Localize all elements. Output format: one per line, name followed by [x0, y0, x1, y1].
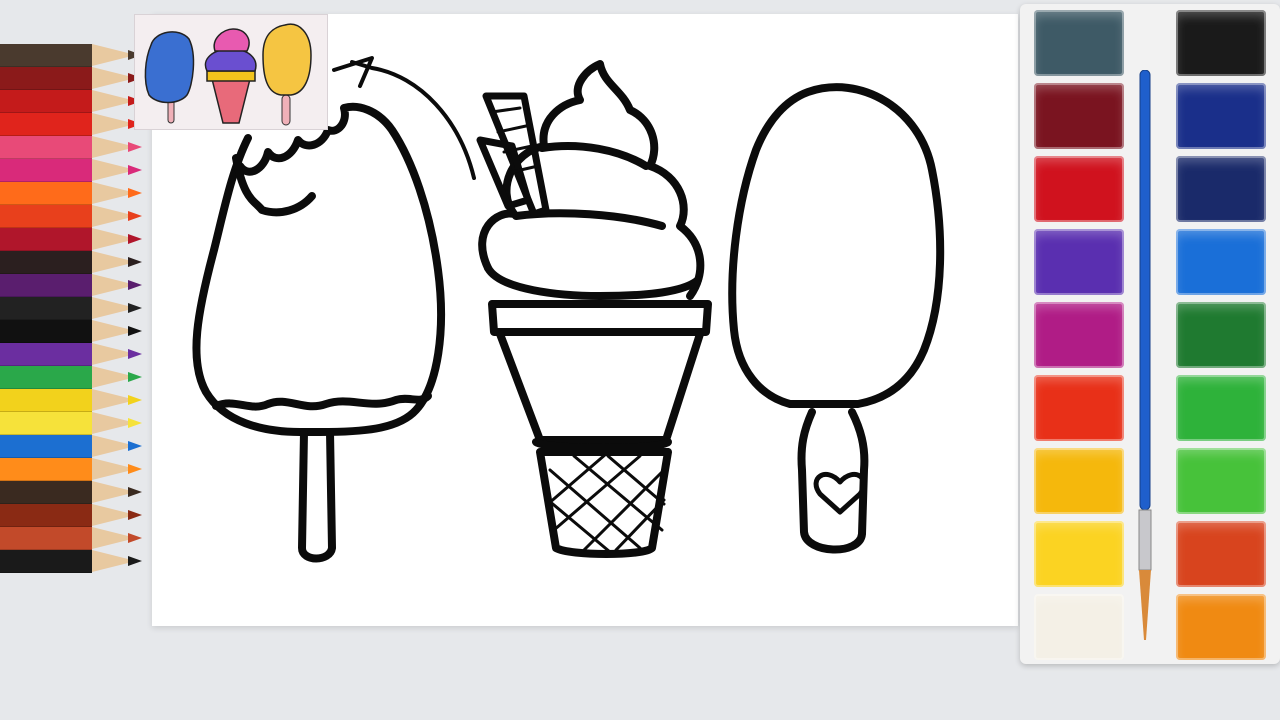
thumb-cone-rim — [206, 70, 256, 82]
coloring-scene — [0, 0, 1280, 720]
heart-popsicle-drawing — [728, 83, 945, 554]
thumb-heart-stick — [281, 94, 291, 126]
paint-pan — [1176, 156, 1266, 222]
ice-cream-cone-drawing — [476, 60, 712, 558]
paint-pan — [1034, 156, 1124, 222]
thumb-scoop-mid — [204, 48, 257, 72]
thumb-blue-popsicle — [144, 31, 195, 104]
paint-pan — [1034, 229, 1124, 295]
paint-pan — [1176, 448, 1266, 514]
paint-pan — [1034, 83, 1124, 149]
paint-pan — [1034, 448, 1124, 514]
paint-pan — [1176, 229, 1266, 295]
colored-reference-image — [144, 23, 312, 126]
paint-pan — [1176, 10, 1266, 76]
paintbrush — [1138, 70, 1152, 640]
thumb-cone — [210, 74, 252, 124]
paint-pan — [1034, 375, 1124, 441]
paint-pan — [1034, 10, 1124, 76]
thumb-yellow-popsicle — [262, 23, 312, 96]
paint-pan — [1034, 521, 1124, 587]
paint-pan — [1176, 375, 1266, 441]
thumb-scoop-top — [213, 28, 250, 52]
paint-pan — [1176, 521, 1266, 587]
arrow-to-reference — [350, 60, 476, 180]
paint-pan — [1176, 594, 1266, 660]
paint-pan — [1034, 302, 1124, 368]
paint-pan — [1176, 83, 1266, 149]
colored-reference-thumbnail — [134, 14, 328, 130]
paint-pan — [1176, 302, 1266, 368]
paint-pan — [1034, 594, 1124, 660]
bitten-popsicle-drawing — [192, 102, 446, 563]
